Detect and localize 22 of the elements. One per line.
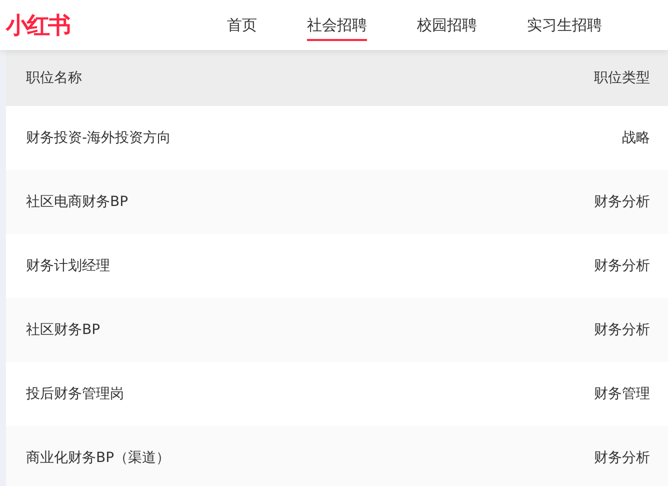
table-cell: 社区电商财务BP [26,193,128,211]
table-cell: 财务管理 [594,385,650,403]
table-cell: 财务分析 [594,449,650,467]
table-cell: 财务投资-海外投资方向 [26,129,172,147]
table-cell: 财务计划经理 [26,257,110,275]
job-row[interactable]: 社区财务BP 财务分析 [6,298,668,362]
nav-tab[interactable]: 社会招聘 [307,0,367,50]
table-cell: 财务分析 [594,321,650,339]
job-row[interactable]: 社区电商财务BP 财务分析 [6,170,668,234]
table-cell: 投后财务管理岗 [26,385,124,403]
column-header: 职位类型 [594,69,650,87]
logo[interactable]: 小红书 [6,10,69,40]
nav-tab[interactable]: 校园招聘 [417,0,477,50]
table-cell: 财务分析 [594,193,650,211]
column-header: 职位名称 [26,69,82,87]
nav-tab[interactable]: 首页 [227,0,257,50]
table-cell: 社区财务BP [26,321,100,339]
job-row[interactable]: 商业化财务BP（渠道） 财务分析 [6,426,668,486]
table-cell: 战略 [622,129,650,147]
nav-tab[interactable]: 实习生招聘 [527,0,602,50]
table-cell: 财务分析 [594,257,650,275]
table-cell: 商业化财务BP（渠道） [26,449,170,467]
